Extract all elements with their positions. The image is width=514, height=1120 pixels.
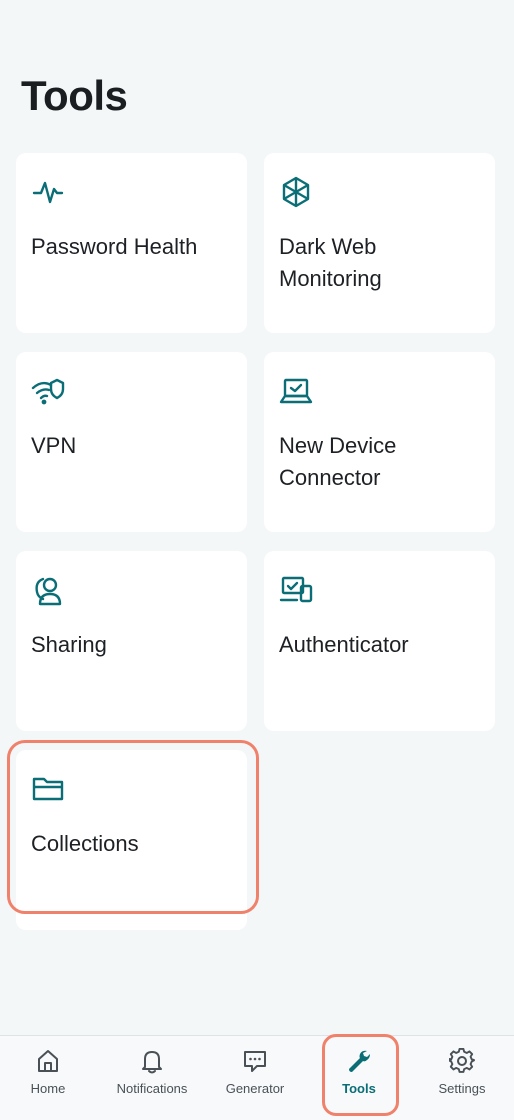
home-icon (35, 1048, 61, 1074)
devices-check-icon (279, 573, 313, 607)
card-label: VPN (31, 433, 77, 458)
card-label: Authenticator (279, 632, 409, 657)
tab-generator[interactable]: Generator (204, 1036, 306, 1120)
folder-icon (31, 772, 65, 806)
tab-settings[interactable]: Settings (411, 1036, 513, 1120)
tab-tools[interactable]: Tools (308, 1036, 410, 1120)
page-title: Tools (21, 72, 128, 119)
user-share-icon (31, 573, 65, 607)
tab-home[interactable]: Home (0, 1036, 99, 1120)
bottom-tab-bar: Home Notifications Generator Tools Setti… (0, 1035, 514, 1120)
laptop-check-icon (279, 374, 313, 408)
card-new-device-connector[interactable]: New Device Connector (264, 352, 495, 532)
tab-label: Home (30, 1081, 66, 1096)
card-vpn[interactable]: VPN (16, 352, 247, 532)
card-authenticator[interactable]: Authenticator (264, 551, 495, 731)
card-label: Collections (31, 831, 139, 856)
card-sharing[interactable]: Sharing (16, 551, 247, 731)
tab-label: Settings (438, 1081, 486, 1096)
bell-icon (139, 1048, 165, 1074)
card-label: Sharing (31, 632, 107, 657)
tools-screen: Tools Password Health Dark Web Monitorin… (0, 0, 514, 1120)
pulse-icon (31, 175, 65, 209)
card-dark-web-monitoring[interactable]: Dark Web Monitoring (264, 153, 495, 333)
wifi-shield-icon (31, 374, 65, 408)
tab-notifications[interactable]: Notifications (101, 1036, 203, 1120)
card-partial (16, 918, 247, 930)
tab-label: Tools (342, 1081, 376, 1096)
card-label: Password Health (31, 234, 198, 259)
tab-label: Generator (225, 1081, 285, 1096)
card-label: New Device Connector (279, 433, 397, 490)
shield-cube-icon (279, 175, 313, 209)
card-password-health[interactable]: Password Health (16, 153, 247, 333)
chat-icon (242, 1048, 268, 1074)
gear-icon (449, 1048, 475, 1074)
wrench-icon (346, 1048, 372, 1074)
card-collections[interactable]: Collections (16, 750, 247, 930)
tab-label: Notifications (116, 1081, 188, 1096)
card-label: Dark Web Monitoring (279, 234, 382, 291)
